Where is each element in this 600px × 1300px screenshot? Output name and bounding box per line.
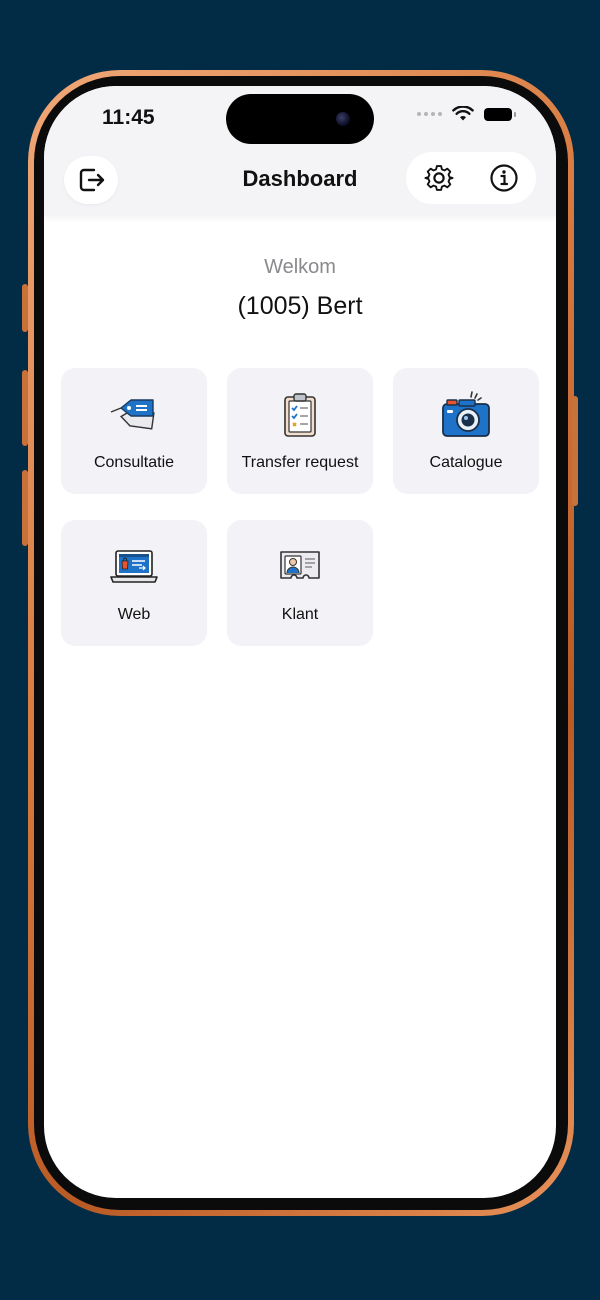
tile-web[interactable]: Web	[61, 520, 207, 646]
id-card-icon	[280, 551, 320, 579]
gear-icon[interactable]	[422, 161, 456, 195]
action-button	[22, 284, 28, 332]
tile-consultatie[interactable]: Consultatie	[61, 368, 207, 494]
status-icons	[417, 106, 516, 122]
status-time: 11:45	[102, 106, 155, 129]
volume-down-button	[22, 470, 28, 546]
dynamic-island	[226, 94, 374, 144]
tile-label: Consultatie	[93, 454, 175, 471]
front-camera-icon	[336, 112, 350, 126]
cellular-signal-icon	[417, 112, 442, 116]
battery-icon	[484, 107, 516, 121]
screen: 11:45 Dashboard Welkom (1005) Bert Consu…	[44, 86, 556, 1198]
tile-label: Transfer request	[241, 454, 359, 471]
tile-transfer-request[interactable]: Transfer request	[227, 368, 373, 494]
power-button	[572, 396, 578, 506]
welcome-label: Welkom	[264, 256, 336, 278]
camera-icon	[442, 391, 490, 437]
tile-klant[interactable]: Klant	[227, 520, 373, 646]
price-tag-icon	[110, 399, 155, 430]
wifi-icon	[452, 106, 474, 121]
laptop-shop-icon	[110, 550, 158, 583]
volume-up-button	[22, 370, 28, 446]
tile-catalogue[interactable]: Catalogue	[393, 368, 539, 494]
top-bar: 11:45 Dashboard	[44, 86, 556, 216]
tile-label: Catalogue	[429, 454, 503, 471]
info-icon[interactable]	[488, 162, 520, 194]
tile-label: Web	[117, 606, 151, 623]
user-name: (1005) Bert	[237, 292, 363, 320]
tile-label: Klant	[281, 606, 319, 623]
clipboard-checklist-icon	[284, 393, 316, 437]
header-actions	[406, 152, 536, 204]
